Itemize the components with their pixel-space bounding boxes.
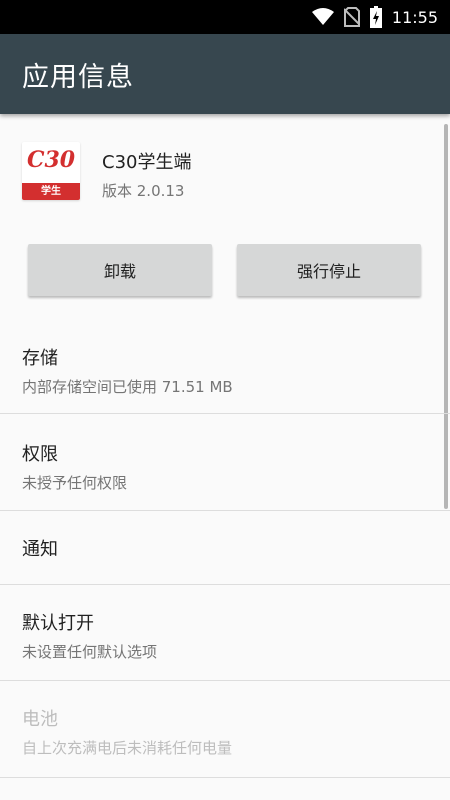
battery-charging-icon <box>369 6 382 28</box>
pref-battery-summary: 自上次充满电后未消耗任何电量 <box>22 739 233 757</box>
pref-notifications[interactable]: 通知 <box>0 511 450 585</box>
app-bar: 应用信息 <box>0 34 450 114</box>
pref-storage-title: 存储 <box>22 348 58 369</box>
app-header: C30 学生 C30学生端 版本 2.0.13 <box>22 142 191 201</box>
app-name: C30学生端 <box>102 152 192 173</box>
pref-battery-title: 电池 <box>22 709 58 730</box>
pref-notifications-title: 通知 <box>22 539 58 560</box>
pref-permissions-summary: 未授予任何权限 <box>22 474 128 492</box>
pref-open-by-default[interactable]: 默认打开 未设置任何默认选项 <box>0 585 450 681</box>
status-bar: 11:55 <box>0 0 450 34</box>
app-meta: C30学生端 版本 2.0.13 <box>102 148 191 201</box>
pref-battery: 电池 自上次充满电后未消耗任何电量 <box>0 681 450 778</box>
pref-storage[interactable]: 存储 内部存储空间已使用 71.51 MB <box>0 332 450 414</box>
app-version: 版本 2.0.13 <box>102 182 185 200</box>
status-time: 11:55 <box>391 7 438 27</box>
no-sim-icon <box>343 7 360 27</box>
force-stop-button[interactable]: 强行停止 <box>237 244 421 296</box>
uninstall-button[interactable]: 卸载 <box>28 244 212 296</box>
pref-permissions[interactable]: 权限 未授予任何权限 <box>0 414 450 511</box>
app-icon: C30 学生 <box>22 142 80 200</box>
app-logo-band: 学生 <box>22 183 80 200</box>
page-title: 应用信息 <box>22 61 134 93</box>
pref-permissions-title: 权限 <box>22 444 58 465</box>
pref-open-by-default-summary: 未设置任何默认选项 <box>22 643 158 661</box>
app-logo-text: C30 <box>26 147 76 173</box>
app-info-content: C30 学生 C30学生端 版本 2.0.13 卸载 强行停止 存储 内部存储空… <box>0 114 450 800</box>
pref-storage-summary: 内部存储空间已使用 71.51 MB <box>22 378 233 396</box>
pref-open-by-default-title: 默认打开 <box>22 613 94 634</box>
wifi-icon <box>311 8 334 26</box>
